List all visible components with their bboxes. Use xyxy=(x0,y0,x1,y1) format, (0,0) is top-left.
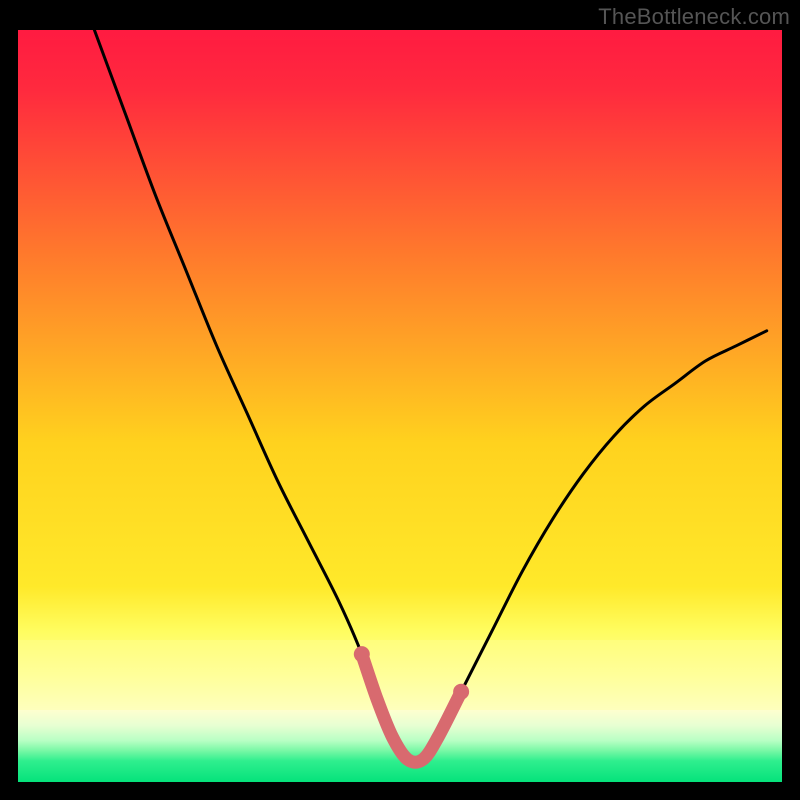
highlight-dot-right xyxy=(453,684,469,700)
watermark-text: TheBottleneck.com xyxy=(598,4,790,30)
highlight-dot-left xyxy=(354,646,370,662)
bottleneck-chart xyxy=(0,0,800,800)
chart-light-band xyxy=(18,640,782,710)
chart-container: TheBottleneck.com xyxy=(0,0,800,800)
